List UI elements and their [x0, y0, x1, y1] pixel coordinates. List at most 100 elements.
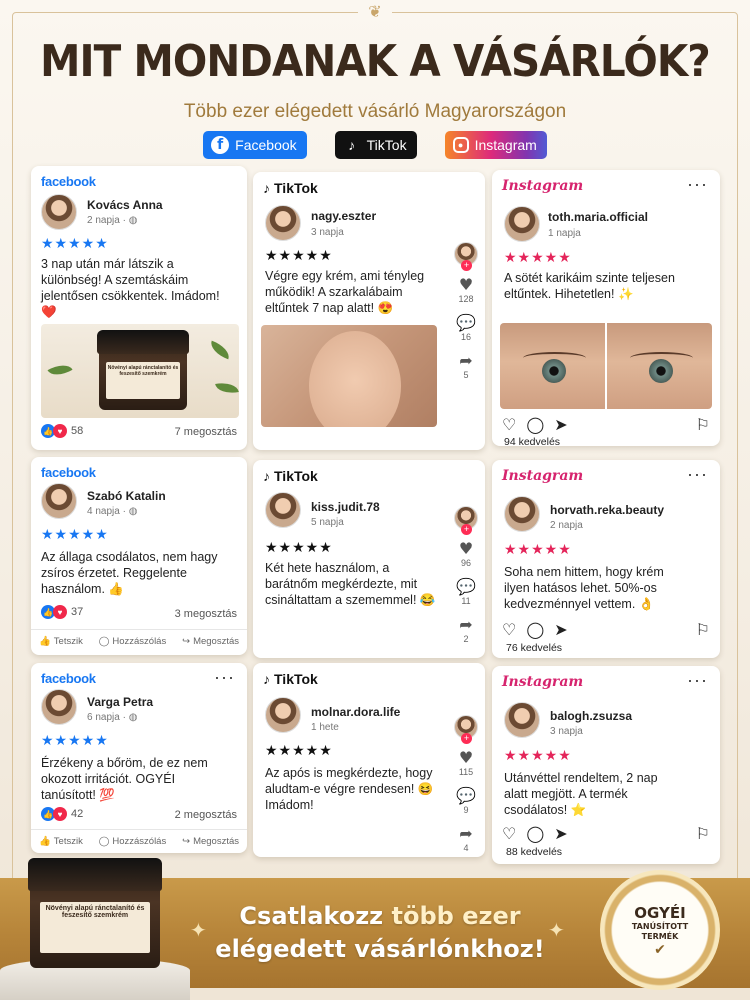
bookmark-icon[interactable]: ⚐: [696, 620, 710, 639]
heart-icon[interactable]: ♥: [459, 749, 473, 767]
reviewer-name[interactable]: toth.maria.official: [548, 210, 648, 224]
creator-avatar[interactable]: +: [454, 715, 478, 744]
share-icon[interactable]: ➦: [459, 352, 472, 370]
review-card-tiktok-kiss: ♪ TikTok kiss.judit.78 5 napja ★★★★★ Két …: [253, 460, 485, 658]
share-icon[interactable]: ➦: [459, 825, 472, 843]
post-time: 3 napja: [550, 726, 583, 737]
reviewer-name[interactable]: nagy.eszter: [311, 209, 376, 223]
heart-icon[interactable]: ♡: [502, 620, 516, 639]
instagram-logo: Instagram: [502, 468, 584, 484]
review-card-instagram-horvath: Instagram ··· horvath.reka.beauty 2 napj…: [492, 460, 720, 658]
comment-icon[interactable]: ◯: [526, 824, 544, 843]
cta-text[interactable]: Csatlakozz több ezer elégedett vásárlónk…: [200, 900, 560, 966]
reactions[interactable]: 👍 ♥ 58: [41, 424, 83, 438]
instagram-action-bar: ♡ ◯ ➤ ⚐: [502, 824, 710, 843]
cta-line-1-start: Csatlakozz: [239, 902, 392, 930]
more-options-icon[interactable]: ···: [687, 174, 708, 195]
seal-line-1: OGYÉI: [634, 904, 686, 922]
send-icon[interactable]: ➤: [554, 824, 567, 843]
like-count[interactable]: 76 kedvelés: [506, 642, 562, 654]
love-reaction-icon: ♥: [53, 807, 67, 821]
comment-icon: ◯: [98, 836, 110, 847]
creator-avatar[interactable]: +: [454, 242, 478, 271]
tiktok-icon: ♪: [263, 468, 270, 484]
comment-button[interactable]: ◯ Hozzászólás: [99, 636, 167, 647]
share-count[interactable]: 7 megosztás: [175, 426, 237, 438]
reviewer-name[interactable]: Szabó Katalin: [87, 489, 166, 503]
product-jar-image: Növényi alapú ránctalanító és feszesítő …: [28, 858, 162, 968]
like-button[interactable]: 👍 Tetszik: [39, 636, 83, 647]
eye-comparison-photo: [500, 323, 712, 409]
review-card-instagram-balogh: Instagram ··· balogh.zsuzsa 3 napja ★★★★…: [492, 666, 720, 864]
share-icon: ↪: [182, 636, 191, 647]
reaction-count: 37: [71, 606, 84, 618]
creator-avatar[interactable]: +: [454, 506, 478, 535]
share-button[interactable]: ↪ Megosztás: [182, 636, 239, 647]
post-time: 2 napja · ◍: [87, 215, 138, 226]
heart-icon[interactable]: ♡: [502, 415, 516, 434]
facebook-action-bar: 👍 Tetszik ◯ Hozzászólás ↪ Megosztás: [31, 629, 247, 647]
reaction-count: 58: [71, 425, 84, 437]
review-text: Végre egy krém, ami tényleg működik! A s…: [265, 269, 425, 315]
instagram-action-bar: ♡ ◯ ➤ ⚐: [502, 415, 710, 434]
reviewer-name[interactable]: molnar.dora.life: [311, 705, 400, 719]
instagram-badge[interactable]: ● Instagram: [444, 131, 547, 159]
share-count[interactable]: 2 megosztás: [175, 809, 237, 821]
comment-icon[interactable]: 💬: [456, 314, 476, 332]
follow-plus-icon[interactable]: +: [461, 733, 472, 744]
more-options-icon[interactable]: ···: [687, 464, 708, 485]
rating-stars: ★★★★★: [504, 748, 572, 764]
facebook-badge[interactable]: f Facebook: [203, 131, 307, 159]
avatar: [265, 492, 301, 528]
comment-icon[interactable]: 💬: [456, 787, 476, 805]
comment-label: Hozzászólás: [112, 836, 167, 847]
instagram-action-bar: ♡ ◯ ➤ ⚐: [502, 620, 710, 639]
love-reaction-icon: ♥: [53, 424, 67, 438]
bookmark-icon[interactable]: ⚐: [696, 824, 710, 843]
follow-plus-icon[interactable]: +: [461, 524, 472, 535]
share-count: 5: [463, 370, 469, 380]
tiktok-badge-label: TikTok: [366, 137, 407, 153]
like-count[interactable]: 94 kedvelés: [504, 436, 560, 446]
share-button[interactable]: ↪ Megosztás: [182, 836, 239, 847]
page-title: MIT MONDANAK A VÁSÁRLÓK?: [40, 36, 711, 87]
like-button[interactable]: 👍 Tetszik: [39, 836, 83, 847]
send-icon[interactable]: ➤: [554, 415, 567, 434]
like-count[interactable]: 88 kedvelés: [506, 846, 562, 858]
review-text: Az após is megkérdezte, hogy aludtam-e v…: [265, 766, 434, 812]
comment-icon[interactable]: ◯: [526, 620, 544, 639]
reviewer-name[interactable]: Kovács Anna: [87, 198, 163, 212]
heart-icon[interactable]: ♥: [459, 276, 473, 294]
comment-icon[interactable]: 💬: [456, 578, 476, 596]
share-icon[interactable]: ➦: [459, 616, 472, 634]
heart-icon[interactable]: ♥: [459, 540, 473, 558]
avatar: [41, 483, 77, 519]
review-text: Soha nem hittem, hogy krém ilyen hatásos…: [504, 565, 664, 611]
tiktok-brand-label: TikTok: [274, 468, 318, 484]
rating-stars: ★★★★★: [265, 743, 333, 759]
review-text: A sötét karikáim szinte teljesen eltűnte…: [504, 271, 675, 301]
comment-icon[interactable]: ◯: [526, 415, 544, 434]
reviewer-name[interactable]: kiss.judit.78: [311, 500, 380, 514]
more-options-icon[interactable]: ···: [687, 670, 708, 691]
reviewer-name[interactable]: horvath.reka.beauty: [550, 503, 664, 517]
share-count[interactable]: 3 megosztás: [175, 608, 237, 620]
tiktok-brand-label: TikTok: [274, 180, 318, 196]
send-icon[interactable]: ➤: [554, 620, 567, 639]
share-icon: ↪: [182, 836, 191, 847]
tiktok-logo: ♪ TikTok: [263, 671, 318, 687]
post-time: 1 hete: [311, 722, 339, 733]
rating-stars: ★★★★★: [41, 527, 109, 543]
comment-button[interactable]: ◯ Hozzászólás: [99, 836, 167, 847]
facebook-badge-label: Facebook: [235, 137, 297, 153]
reviewer-name[interactable]: Varga Petra: [87, 695, 153, 709]
seal-line-3: TERMÉK: [641, 932, 679, 941]
reactions[interactable]: 👍 ♥ 42: [41, 807, 83, 821]
follow-plus-icon[interactable]: +: [461, 260, 472, 271]
tiktok-badge[interactable]: ♪ TikTok: [334, 131, 417, 159]
reactions[interactable]: 👍 ♥ 37: [41, 605, 83, 619]
more-options-icon[interactable]: ···: [214, 667, 235, 688]
bookmark-icon[interactable]: ⚐: [696, 415, 710, 434]
reviewer-name[interactable]: balogh.zsuzsa: [550, 709, 632, 723]
heart-icon[interactable]: ♡: [502, 824, 516, 843]
